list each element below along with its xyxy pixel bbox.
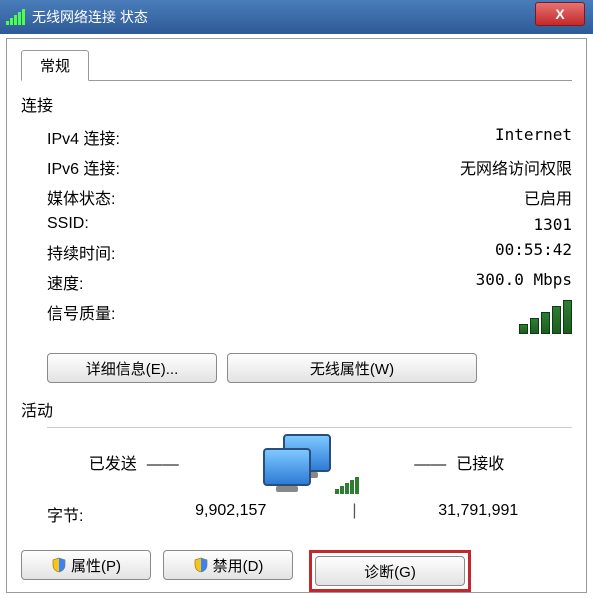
sent-label: 已发送——: [21, 450, 257, 474]
ipv6-value: 无网络访问权限: [460, 155, 572, 179]
duration-value: 00:55:42: [495, 240, 572, 264]
row-ssid: SSID: 1301: [21, 212, 572, 237]
speed-label: 速度:: [47, 270, 83, 294]
details-button[interactable]: 详细信息(E)...: [47, 353, 217, 383]
window-title: 无线网络连接 状态: [32, 7, 148, 27]
signal-label: 信号质量:: [47, 300, 115, 334]
close-icon: X: [555, 6, 564, 22]
connection-buttons: 详细信息(E)... 无线属性(W): [47, 353, 572, 383]
network-monitors-icon: [257, 434, 337, 490]
wireless-properties-label: 无线属性(W): [310, 358, 394, 379]
client-area: 常规 连接 IPv4 连接: Internet IPv6 连接: 无网络访问权限…: [6, 38, 587, 593]
tab-strip: 常规: [21, 49, 572, 80]
ssid-value: 1301: [533, 215, 572, 234]
wireless-properties-button[interactable]: 无线属性(W): [227, 353, 477, 383]
properties-label: 属性(P): [71, 555, 121, 576]
bytes-row: 字节: 9,902,157 | 31,791,991: [21, 492, 572, 532]
tab-general[interactable]: 常规: [21, 50, 89, 81]
window-wireless-status: 无线网络连接 状态 X 常规 连接 IPv4 连接: Internet IPv6…: [0, 0, 593, 599]
diagnose-label: 诊断(G): [364, 561, 416, 582]
row-speed: 速度: 300.0 Mbps: [21, 267, 572, 297]
ssid-label: SSID:: [47, 215, 89, 234]
bytes-received: 31,791,991: [385, 502, 573, 526]
media-label: 媒体状态:: [47, 185, 115, 209]
ipv4-label: IPv4 连接:: [47, 125, 120, 149]
shield-icon: [51, 557, 67, 573]
row-ipv4: IPv4 连接: Internet: [21, 122, 572, 152]
disable-button[interactable]: 禁用(D): [163, 550, 293, 580]
media-value: 已启用: [524, 185, 572, 209]
row-signal: 信号质量:: [21, 297, 572, 337]
mini-signal-icon: [335, 477, 359, 494]
received-label: ——已接收: [337, 450, 573, 474]
activity-graphic: 已发送—— ——已接收: [21, 434, 572, 490]
properties-button[interactable]: 属性(P): [21, 550, 151, 580]
connection-group: 连接 IPv4 连接: Internet IPv6 连接: 无网络访问权限 媒体…: [21, 92, 572, 383]
bytes-sent: 9,902,157: [137, 502, 325, 526]
details-button-label: 详细信息(E)...: [86, 358, 179, 379]
activity-heading: 活动: [21, 397, 572, 421]
titlebar: 无线网络连接 状态 X: [0, 0, 593, 34]
connection-heading: 连接: [21, 92, 572, 116]
row-ipv6: IPv6 连接: 无网络访问权限: [21, 152, 572, 182]
signal-icon: [6, 9, 26, 25]
activity-group: 活动 已发送—— ——已接收 字节: 9,902: [21, 397, 572, 532]
disable-label: 禁用(D): [213, 555, 264, 576]
speed-value: 300.0 Mbps: [476, 270, 572, 294]
duration-label: 持续时间:: [47, 240, 115, 264]
bytes-divider: |: [325, 502, 385, 526]
ipv4-value: Internet: [495, 125, 572, 149]
close-button[interactable]: X: [535, 2, 585, 26]
bytes-label: 字节:: [47, 502, 137, 526]
ipv6-label: IPv6 连接:: [47, 155, 120, 179]
diagnose-highlight: 诊断(G): [309, 550, 471, 592]
separator: [47, 427, 572, 428]
bottom-buttons: 属性(P) 禁用(D) 诊断(G): [21, 550, 572, 592]
diagnose-button[interactable]: 诊断(G): [315, 556, 465, 586]
signal-bars-icon: [519, 300, 572, 334]
row-media: 媒体状态: 已启用: [21, 182, 572, 212]
shield-icon: [193, 557, 209, 573]
row-duration: 持续时间: 00:55:42: [21, 237, 572, 267]
